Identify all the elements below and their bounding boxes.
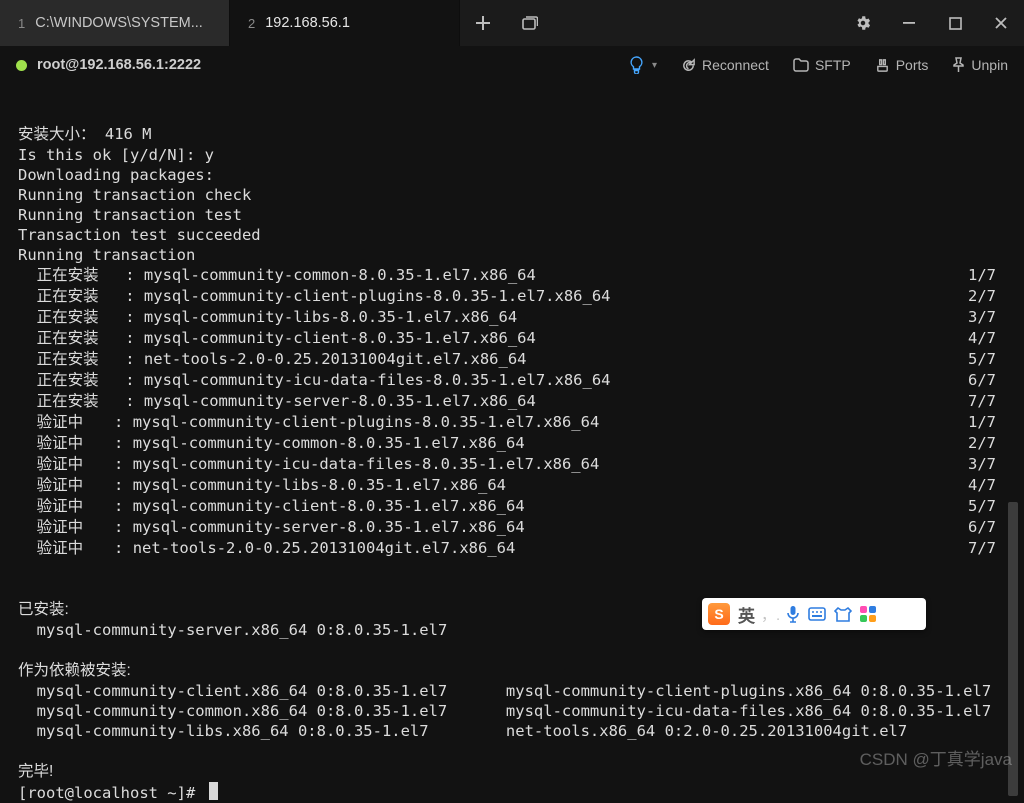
maximize-button[interactable] bbox=[932, 0, 978, 46]
tab-2[interactable]: 2 192.168.56.1 bbox=[230, 0, 460, 46]
test-ok-line: Transaction test succeeded bbox=[18, 226, 261, 244]
done-label: 完毕! bbox=[18, 763, 53, 780]
tab-index: 2 bbox=[248, 16, 255, 31]
confirm-prompt: Is this ok [y/d/N]: bbox=[18, 146, 205, 164]
unpin-button[interactable]: Unpin bbox=[952, 57, 1008, 73]
minimize-icon bbox=[902, 16, 916, 30]
step-row: 正在安装 : net-tools-2.0-0.25.20131004git.el… bbox=[18, 349, 996, 370]
installed-header: 已安装: bbox=[18, 601, 69, 618]
apps-icon[interactable] bbox=[860, 606, 876, 622]
close-button[interactable] bbox=[978, 0, 1024, 46]
step-row: 验证中 : mysql-community-libs-8.0.35-1.el7.… bbox=[18, 475, 996, 496]
tab-index: 1 bbox=[18, 16, 25, 31]
windows-icon bbox=[520, 16, 538, 30]
step-row: 正在安装 : mysql-community-client-8.0.35-1.e… bbox=[18, 328, 996, 349]
shell-prompt: [root@localhost ~]# bbox=[18, 784, 205, 802]
deps-header: 作为依赖被安装: bbox=[18, 662, 131, 679]
step-row: 正在安装 : mysql-community-common-8.0.35-1.e… bbox=[18, 265, 996, 286]
ime-bar[interactable]: S 英 ，. bbox=[702, 598, 926, 630]
terminal-pane[interactable]: 安装大小： 416 M Is this ok [y/d/N]: y Downlo… bbox=[0, 84, 1024, 778]
folder-icon bbox=[793, 58, 809, 72]
tab-label: C:\WINDOWS\SYSTEM... bbox=[35, 15, 203, 31]
step-row: 验证中 : mysql-community-client-plugins-8.0… bbox=[18, 412, 996, 433]
step-row: 正在安装 : mysql-community-client-plugins-8.… bbox=[18, 286, 996, 307]
terminal-output: 安装大小： 416 M Is this ok [y/d/N]: y Downlo… bbox=[18, 104, 996, 778]
install-size-value: 416 M bbox=[105, 125, 152, 143]
step-row: 验证中 : mysql-community-client-8.0.35-1.el… bbox=[18, 496, 996, 517]
ports-icon bbox=[875, 58, 890, 73]
step-row: 验证中 : mysql-community-server-8.0.35-1.el… bbox=[18, 517, 996, 538]
minimize-button[interactable] bbox=[886, 0, 932, 46]
deps-columns: mysql-community-client.x86_64 0:8.0.35-1… bbox=[18, 681, 996, 741]
running-line: Running transaction bbox=[18, 246, 195, 264]
test-line: Running transaction test bbox=[18, 206, 242, 224]
reconnect-label: Reconnect bbox=[702, 57, 769, 73]
sftp-label: SFTP bbox=[815, 57, 851, 73]
status-dot-icon bbox=[16, 60, 27, 71]
watermark: CSDN @丁真学java bbox=[860, 745, 1012, 770]
connection-title: root@192.168.56.1:2222 bbox=[37, 57, 201, 73]
sftp-button[interactable]: SFTP bbox=[793, 57, 851, 73]
install-size-label: 安装大小： bbox=[18, 126, 96, 143]
check-line: Running transaction check bbox=[18, 186, 251, 204]
close-icon bbox=[994, 16, 1008, 30]
tabs-overview-button[interactable] bbox=[506, 0, 552, 46]
tab-label: 192.168.56.1 bbox=[265, 15, 350, 31]
gear-icon bbox=[854, 14, 872, 32]
bulb-icon bbox=[629, 56, 644, 74]
confirm-answer: y bbox=[205, 146, 214, 164]
cursor-icon bbox=[209, 782, 218, 800]
settings-button[interactable] bbox=[840, 0, 886, 46]
hint-button[interactable]: ▾ bbox=[629, 56, 657, 74]
skin-icon[interactable] bbox=[834, 606, 852, 622]
reconnect-button[interactable]: Reconnect bbox=[681, 57, 769, 73]
sogou-logo-icon: S bbox=[708, 603, 730, 625]
tab-1[interactable]: 1 C:\WINDOWS\SYSTEM... bbox=[0, 0, 230, 46]
ime-punct-icon[interactable]: ，. bbox=[761, 604, 780, 625]
chevron-down-icon: ▾ bbox=[652, 60, 657, 71]
step-row: 验证中 : net-tools-2.0-0.25.20131004git.el7… bbox=[18, 538, 996, 559]
downloading-line: Downloading packages: bbox=[18, 166, 214, 184]
step-row: 验证中 : mysql-community-icu-data-files-8.0… bbox=[18, 454, 996, 475]
ime-mode[interactable]: 英 bbox=[738, 602, 755, 627]
mic-icon[interactable] bbox=[786, 605, 800, 623]
step-row: 正在安装 : mysql-community-libs-8.0.35-1.el7… bbox=[18, 307, 996, 328]
ports-label: Ports bbox=[896, 57, 929, 73]
new-tab-button[interactable] bbox=[460, 0, 506, 46]
titlebar: 1 C:\WINDOWS\SYSTEM... 2 192.168.56.1 bbox=[0, 0, 1024, 46]
connection-bar: root@192.168.56.1:2222 ▾ Reconnect SFTP … bbox=[0, 46, 1024, 84]
keyboard-icon[interactable] bbox=[808, 607, 826, 621]
reload-icon bbox=[681, 58, 696, 73]
step-row: 正在安装 : mysql-community-server-8.0.35-1.e… bbox=[18, 391, 996, 412]
scrollbar[interactable] bbox=[1006, 96, 1020, 796]
installed-pkg: mysql-community-server.x86_64 0:8.0.35-1… bbox=[37, 621, 448, 639]
pin-icon bbox=[952, 57, 965, 73]
plus-icon bbox=[475, 15, 491, 31]
unpin-label: Unpin bbox=[971, 57, 1008, 73]
step-row: 验证中 : mysql-community-common-8.0.35-1.el… bbox=[18, 433, 996, 454]
ports-button[interactable]: Ports bbox=[875, 57, 929, 73]
step-row: 正在安装 : mysql-community-icu-data-files-8.… bbox=[18, 370, 996, 391]
maximize-icon bbox=[949, 17, 962, 30]
